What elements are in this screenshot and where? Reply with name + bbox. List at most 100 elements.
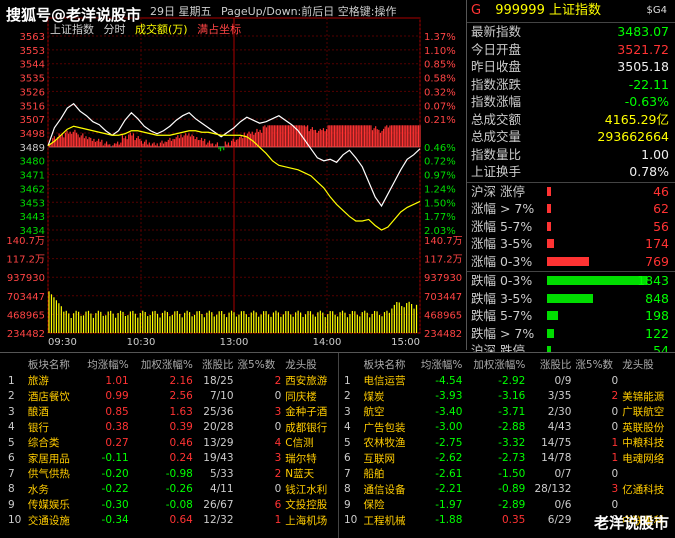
table-row[interactable]: 3 航空 -3.40 -3.71 2/30 0 广联航空 <box>342 404 672 420</box>
breadth-row: 跌幅 0-3% 1843 <box>467 272 675 290</box>
up-ratio: 18/25 <box>203 374 234 387</box>
breadth-row: 涨幅 3-5% 174 <box>467 235 675 253</box>
chart-date: 29日 星期五 <box>150 5 212 18</box>
column-header[interactable]: 均涨幅% <box>79 355 131 373</box>
right-tick-label: 1.77% <box>424 212 456 223</box>
column-header[interactable]: 涨5%数 <box>573 355 620 373</box>
intraday-chart[interactable]: 3563 3553 3544 3535 3526 3516 3507 3498 3489 3480… <box>0 0 466 350</box>
sector-table-gainers[interactable]: 板块名称 均涨幅% 加权涨幅% 涨股比 涨5%数 龙头股 1 旅游 1.01 2.16 18/25 2… <box>6 355 336 528</box>
quote-stats: 最新指数 3483.07 今日开盘 3521.72 昨日收盘 3505.18 指数涨跌 -22… <box>467 23 675 181</box>
up-ratio: 26/67 <box>203 498 234 511</box>
row-index: 4 <box>344 421 351 434</box>
table-row[interactable]: 8 水务 -0.22 -0.26 4/11 0 钱江水利 <box>6 482 336 498</box>
row-index: 1 <box>8 374 15 387</box>
row-index: 9 <box>8 498 15 511</box>
column-header[interactable]: 均涨幅% <box>413 355 464 373</box>
vol-tick-label: 468965 <box>7 310 45 321</box>
y-tick-label: 3471 <box>20 171 45 182</box>
column-header[interactable]: 板块名称 <box>362 355 414 373</box>
table-row[interactable]: 2 煤炭 -3.93 -3.16 3/35 2 美锦能源 <box>342 389 672 405</box>
table-row[interactable]: 5 农林牧渔 -2.75 -3.32 14/75 1 中粮科技 <box>342 435 672 451</box>
up5-count: 2 <box>611 390 619 403</box>
row-index: 2 <box>8 390 15 403</box>
y-tick-label: 3535 <box>20 74 45 85</box>
table-row[interactable]: 5 综合类 0.27 0.46 13/29 4 C信测 <box>6 435 336 451</box>
row-index: 9 <box>344 498 351 511</box>
table-row[interactable]: 10 交通设施 -0.34 0.64 12/32 1 上海机场 <box>6 513 336 529</box>
stat-row: 指数涨幅 -0.63% <box>467 93 675 111</box>
stat-row: 指数涨跌 -22.11 <box>467 76 675 94</box>
column-header[interactable]: 加权涨幅% <box>131 355 195 373</box>
column-header[interactable]: 加权涨幅% <box>464 355 527 373</box>
column-header[interactable] <box>342 355 362 373</box>
weighted-change: 0.64 <box>169 514 193 527</box>
up5-count: 1 <box>611 436 619 449</box>
leader-stock: 广联航空 <box>622 406 665 419</box>
up5-count: 0 <box>274 390 282 403</box>
weighted-change: 2.56 <box>169 390 193 403</box>
intraday-chart-panel[interactable]: 3563 3553 3544 3535 3526 3516 3507 3498 3489 3480… <box>0 0 467 350</box>
breadth-bar <box>547 256 589 266</box>
stat-value: 3521.72 <box>617 41 669 57</box>
table-row[interactable]: 6 互联网 -2.62 -2.73 14/78 1 电魂网络 <box>342 451 672 467</box>
table-row[interactable]: 1 电信运营 -4.54 -2.92 0/9 0 <box>342 373 672 389</box>
up-ratio: 28/132 <box>534 483 572 496</box>
y-tick-label: 3480 <box>20 157 45 168</box>
breadth-label: 沪深 涨停 <box>471 183 525 199</box>
avg-change: -0.30 <box>101 498 129 511</box>
table-row[interactable]: 8 通信设备 -2.21 -0.89 28/132 3 亿通科技 <box>342 482 672 498</box>
table-row[interactable]: 9 传媒娱乐 -0.30 -0.08 26/67 6 文投控股 <box>6 497 336 513</box>
sector-name: 工程机械 <box>363 514 406 527</box>
column-header[interactable] <box>6 355 26 373</box>
watermark-top: 搜狐号@老洋说股市 <box>6 6 142 24</box>
sector-name: 农林牧渔 <box>363 437 406 450</box>
y-tick-label: 3453 <box>20 198 45 209</box>
table-row[interactable]: 3 酿酒 0.85 1.63 25/36 3 金种子酒 <box>6 404 336 420</box>
y-tick-label: 3553 <box>20 46 45 57</box>
leader-stock: C信测 <box>285 437 314 450</box>
table-row[interactable]: 1 旅游 1.01 2.16 18/25 2 西安旅游 <box>6 373 336 389</box>
column-header[interactable]: 涨股比 <box>527 355 573 373</box>
leader-stock: 金种子酒 <box>285 406 328 419</box>
breadth-down-list: 跌幅 0-3% 1843 跌幅 3-5% 848 跌幅 5-7% 198 跌幅 > 7% 12… <box>467 271 675 360</box>
table-row[interactable]: 7 供气供热 -0.20 -0.98 5/33 2 N蓝天 <box>6 466 336 482</box>
vol-tick-label: 117.2万 <box>6 255 45 266</box>
table-row[interactable]: 7 船舶 -2.61 -1.50 0/7 0 <box>342 466 672 482</box>
table-row[interactable]: 4 银行 0.38 0.39 20/28 0 成都银行 <box>6 420 336 436</box>
column-header[interactable]: 龙头股 <box>620 355 672 373</box>
table-row[interactable]: 9 保险 -1.97 -2.89 0/6 0 <box>342 497 672 513</box>
right-tick-label: 0.07% <box>424 101 456 112</box>
up5-count: 0 <box>611 374 619 387</box>
column-header[interactable]: 涨5%数 <box>236 355 284 373</box>
row-index: 8 <box>8 483 15 496</box>
breadth-bar <box>547 276 647 285</box>
y-tick-label: 3462 <box>20 184 45 195</box>
table-row[interactable]: 6 家居用品 -0.11 0.24 19/43 3 瑞尔特 <box>6 451 336 467</box>
row-index: 1 <box>344 374 351 387</box>
weighted-change: 0.24 <box>169 452 193 465</box>
stat-label: 总成交量 <box>471 129 522 144</box>
sector-name: 水务 <box>27 483 49 496</box>
row-index: 7 <box>344 467 351 480</box>
right-tick-label: 0.72% <box>424 157 456 168</box>
stat-row: 最新指数 3483.07 <box>467 23 675 41</box>
row-index: 2 <box>344 390 351 403</box>
y-tick-label: 3563 <box>20 32 45 43</box>
table-row[interactable]: 4 广告包装 -3.00 -2.88 4/43 0 英联股份 <box>342 420 672 436</box>
column-header[interactable]: 龙头股 <box>283 355 336 373</box>
stat-row: 今日开盘 3521.72 <box>467 41 675 59</box>
sector-table-losers[interactable]: 板块名称 均涨幅% 加权涨幅% 涨股比 涨5%数 龙头股 1 电信运营 -4.54 -2.92 0/… <box>342 355 672 528</box>
column-header[interactable]: 涨股比 <box>195 355 236 373</box>
column-header[interactable]: 板块名称 <box>26 355 79 373</box>
avg-change: -2.21 <box>435 483 463 496</box>
y-tick-label: 3516 <box>20 101 45 112</box>
vol-tick-label: 234482 <box>7 329 45 340</box>
stat-value: 0.78% <box>629 164 669 179</box>
up-ratio: 13/29 <box>203 436 234 449</box>
avg-change: -3.40 <box>435 405 463 418</box>
right-tick-label: 234482 <box>424 329 462 340</box>
right-tick-label: 117.2万 <box>424 255 463 266</box>
table-row[interactable]: 2 酒店餐饮 0.99 2.56 7/10 0 同庆楼 <box>6 389 336 405</box>
breadth-value: 46 <box>653 183 669 199</box>
vol-tick-label: 140.7万 <box>6 236 45 247</box>
